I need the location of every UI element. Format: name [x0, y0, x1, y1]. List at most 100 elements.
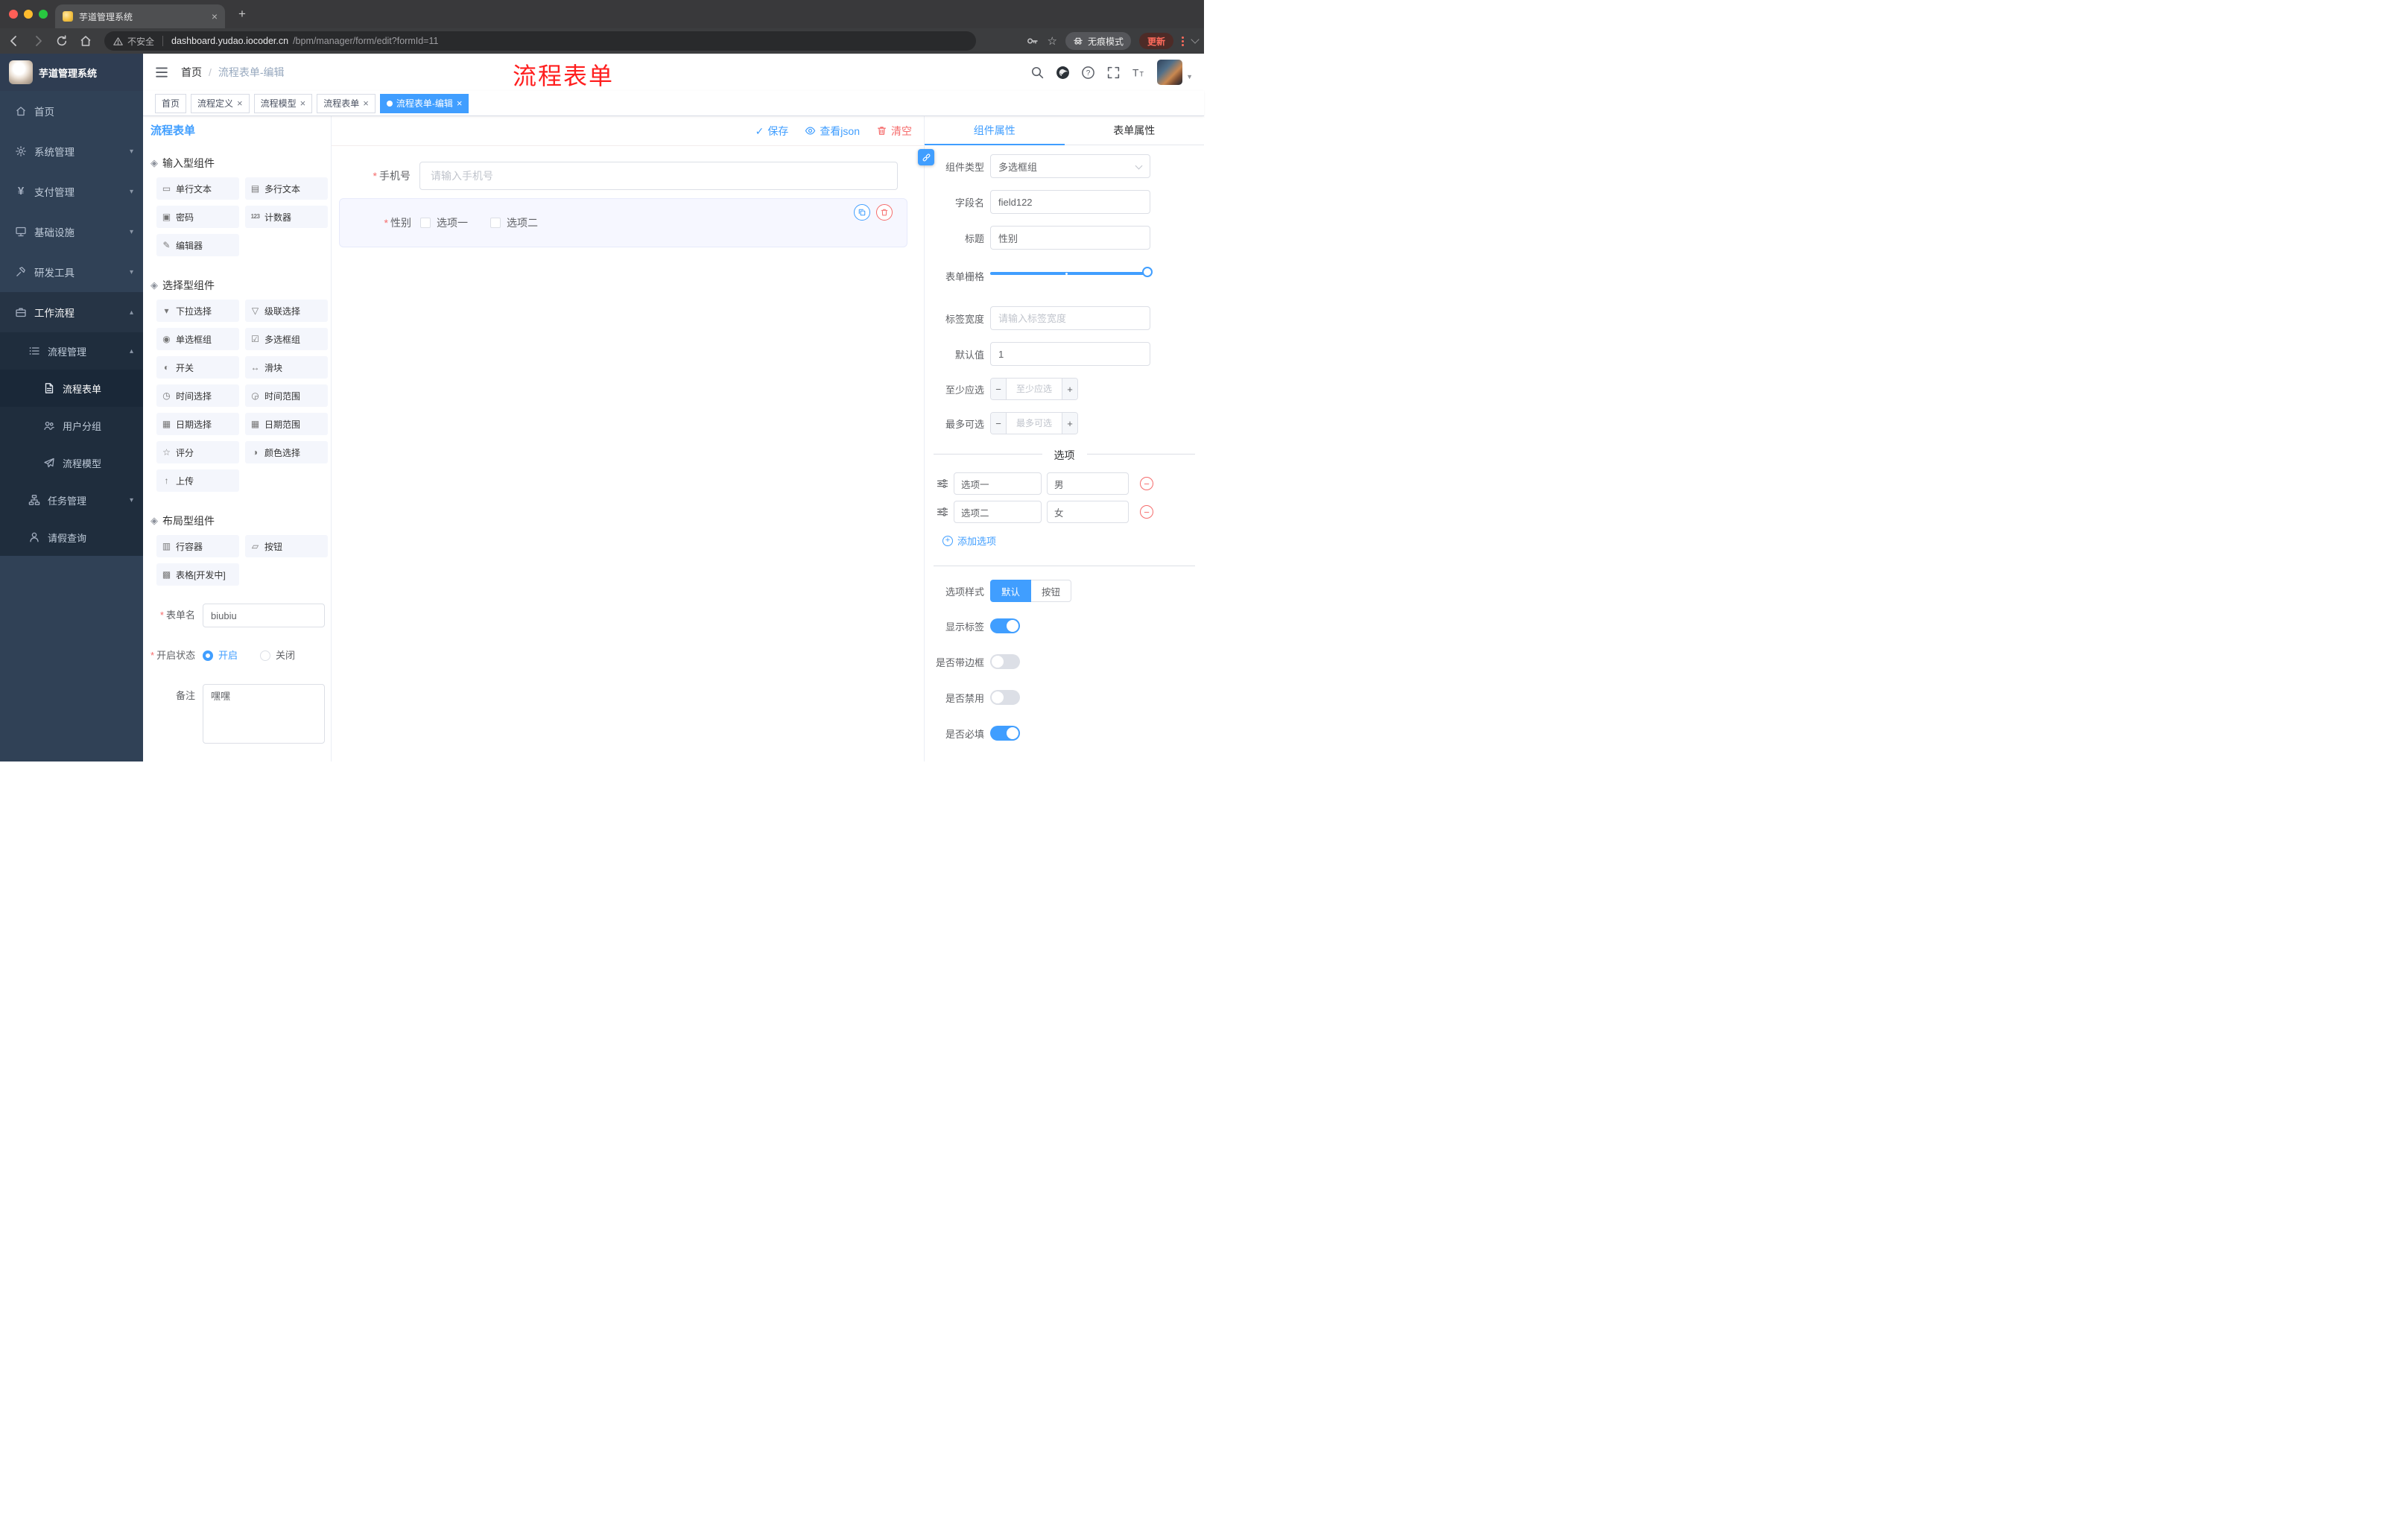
palette-item-switch[interactable]: ◐ 开关 [156, 356, 239, 379]
back-icon[interactable] [7, 34, 21, 48]
drag-handle-icon[interactable] [937, 506, 948, 518]
status-on-radio[interactable]: 开启 [203, 644, 238, 668]
gender-option-1-checkbox[interactable]: 选项一 [420, 215, 468, 230]
palette-item-counter[interactable]: 123 计数器 [245, 206, 328, 228]
tag-process-definition[interactable]: 流程定义 × [191, 93, 250, 113]
palette-item-multi-line-text[interactable]: ▤ 多行文本 [245, 177, 328, 200]
max-select-input[interactable] [1006, 413, 1062, 434]
bookmark-star-icon[interactable]: ☆ [1048, 34, 1057, 48]
label-width-input[interactable] [990, 306, 1150, 330]
link-button[interactable] [918, 149, 934, 165]
github-icon[interactable] [1056, 66, 1070, 80]
search-icon[interactable] [1030, 66, 1045, 80]
reload-icon[interactable] [55, 34, 69, 48]
sidebar-collapse-icon[interactable] [154, 65, 169, 80]
palette-item-select[interactable]: ▾ 下拉选择 [156, 300, 239, 322]
canvas-field-gender-selected[interactable]: 性别 选项一 选项二 [339, 198, 907, 247]
palette-item-password[interactable]: ▣ 密码 [156, 206, 239, 228]
user-avatar[interactable] [1157, 60, 1183, 85]
palette-item-single-line-text[interactable]: ▭ 单行文本 [156, 177, 239, 200]
clear-button[interactable]: 清空 [876, 124, 912, 139]
tab-form-props[interactable]: 表单属性 [1065, 116, 1205, 145]
sidebar-item-workflow[interactable]: 工作流程 ▴ [0, 292, 143, 332]
new-tab-icon[interactable]: + [238, 6, 246, 22]
palette-item-table[interactable]: ▩ 表格[开发中] [156, 563, 239, 586]
palette-item-cascader[interactable]: ▽ 级联选择 [245, 300, 328, 322]
increase-button[interactable]: + [1062, 379, 1077, 399]
component-type-select[interactable]: 多选框组 [990, 154, 1150, 178]
style-default-button[interactable]: 默认 [990, 580, 1032, 602]
show-label-toggle[interactable] [990, 618, 1020, 633]
sidebar-item-task-management[interactable]: 任务管理 ▾ [0, 481, 143, 519]
tag-close-icon[interactable]: × [237, 98, 243, 108]
add-option-button[interactable]: + 添加选项 [942, 533, 1204, 548]
title-input[interactable] [990, 226, 1150, 250]
sidebar-item-system[interactable]: 系统管理 ▾ [0, 131, 143, 171]
style-button-button[interactable]: 按钮 [1031, 580, 1072, 602]
breadcrumb-home[interactable]: 首页 [181, 65, 202, 80]
sidebar-item-infrastructure[interactable]: 基础设施 ▾ [0, 212, 143, 252]
sidebar-item-user-group[interactable]: 用户分组 [0, 407, 143, 444]
view-json-button[interactable]: 查看json [805, 124, 860, 139]
slider-handle[interactable] [1142, 267, 1153, 277]
status-off-radio[interactable]: 关闭 [260, 644, 295, 668]
key-icon[interactable] [1026, 34, 1039, 48]
update-button[interactable]: 更新 [1138, 33, 1173, 49]
tag-home[interactable]: 首页 [155, 93, 187, 113]
drag-handle-icon[interactable] [937, 478, 948, 490]
sidebar-item-process-form[interactable]: 流程表单 [0, 370, 143, 407]
browser-tab[interactable]: 芋道管理系统 × [55, 4, 225, 28]
tag-close-icon[interactable]: × [363, 98, 369, 108]
sidebar-item-home[interactable]: 首页 [0, 91, 143, 131]
address-bar[interactable]: 不安全 dashboard.yudao.iocoder.cn/bpm/manag… [104, 31, 976, 51]
increase-button[interactable]: + [1062, 413, 1077, 434]
palette-item-date-picker[interactable]: ▦ 日期选择 [156, 413, 239, 435]
option-label-input[interactable] [954, 501, 1042, 523]
toolbar-overflow-chevron-icon[interactable] [1191, 35, 1200, 44]
sidebar-item-process-model[interactable]: 流程模型 [0, 444, 143, 481]
remove-option-button[interactable]: − [1140, 505, 1153, 519]
palette-item-color-picker[interactable]: ◑ 颜色选择 [245, 441, 328, 463]
forward-icon[interactable] [31, 34, 45, 48]
min-select-input[interactable] [1006, 379, 1062, 399]
required-toggle[interactable] [990, 726, 1020, 741]
sidebar-item-process-management[interactable]: 流程管理 ▴ [0, 332, 143, 370]
palette-item-button[interactable]: ▱ 按钮 [245, 535, 328, 557]
tag-close-icon[interactable]: × [300, 98, 306, 108]
option-value-input[interactable] [1047, 501, 1129, 523]
tab-close-icon[interactable]: × [212, 11, 218, 22]
save-button[interactable]: ✓ 保存 [755, 124, 789, 139]
decrease-button[interactable]: − [991, 413, 1006, 434]
form-grid-slider[interactable] [990, 262, 1153, 285]
home-icon[interactable] [79, 34, 92, 48]
font-size-icon[interactable]: TT [1132, 66, 1146, 80]
fullscreen-icon[interactable] [1106, 66, 1121, 80]
default-value-input[interactable] [990, 342, 1150, 366]
gender-option-2-checkbox[interactable]: 选项二 [490, 215, 538, 230]
palette-item-date-range[interactable]: ▦ 日期范围 [245, 413, 328, 435]
minimize-window-button[interactable] [24, 10, 33, 19]
tag-process-model[interactable]: 流程模型 × [253, 93, 313, 113]
form-name-input[interactable] [203, 604, 325, 627]
remove-option-button[interactable]: − [1140, 477, 1153, 490]
option-label-input[interactable] [954, 472, 1042, 495]
sidebar-item-devtools[interactable]: 研发工具 ▾ [0, 252, 143, 292]
tag-process-form-edit[interactable]: 流程表单-编辑 × [379, 93, 469, 113]
tag-close-icon[interactable]: × [457, 98, 463, 108]
option-value-input[interactable] [1047, 472, 1129, 495]
palette-item-radio-group[interactable]: ◉ 单选框组 [156, 328, 239, 350]
palette-item-slider[interactable]: ↔ 滑块 [245, 356, 328, 379]
sidebar-item-payment[interactable]: ¥ 支付管理 ▾ [0, 171, 143, 212]
question-icon[interactable]: ? [1081, 66, 1095, 80]
palette-item-upload[interactable]: ↑ 上传 [156, 469, 239, 492]
zoom-window-button[interactable] [39, 10, 48, 19]
field-name-input[interactable] [990, 190, 1150, 214]
phone-input[interactable] [419, 162, 898, 190]
sidebar-item-leave-query[interactable]: 请假查询 [0, 519, 143, 556]
palette-item-time-picker[interactable]: ◷ 时间选择 [156, 384, 239, 407]
close-window-button[interactable] [9, 10, 18, 19]
disabled-toggle[interactable] [990, 690, 1020, 705]
palette-item-rate[interactable]: ☆ 评分 [156, 441, 239, 463]
decrease-button[interactable]: − [991, 379, 1006, 399]
border-toggle[interactable] [990, 654, 1020, 669]
